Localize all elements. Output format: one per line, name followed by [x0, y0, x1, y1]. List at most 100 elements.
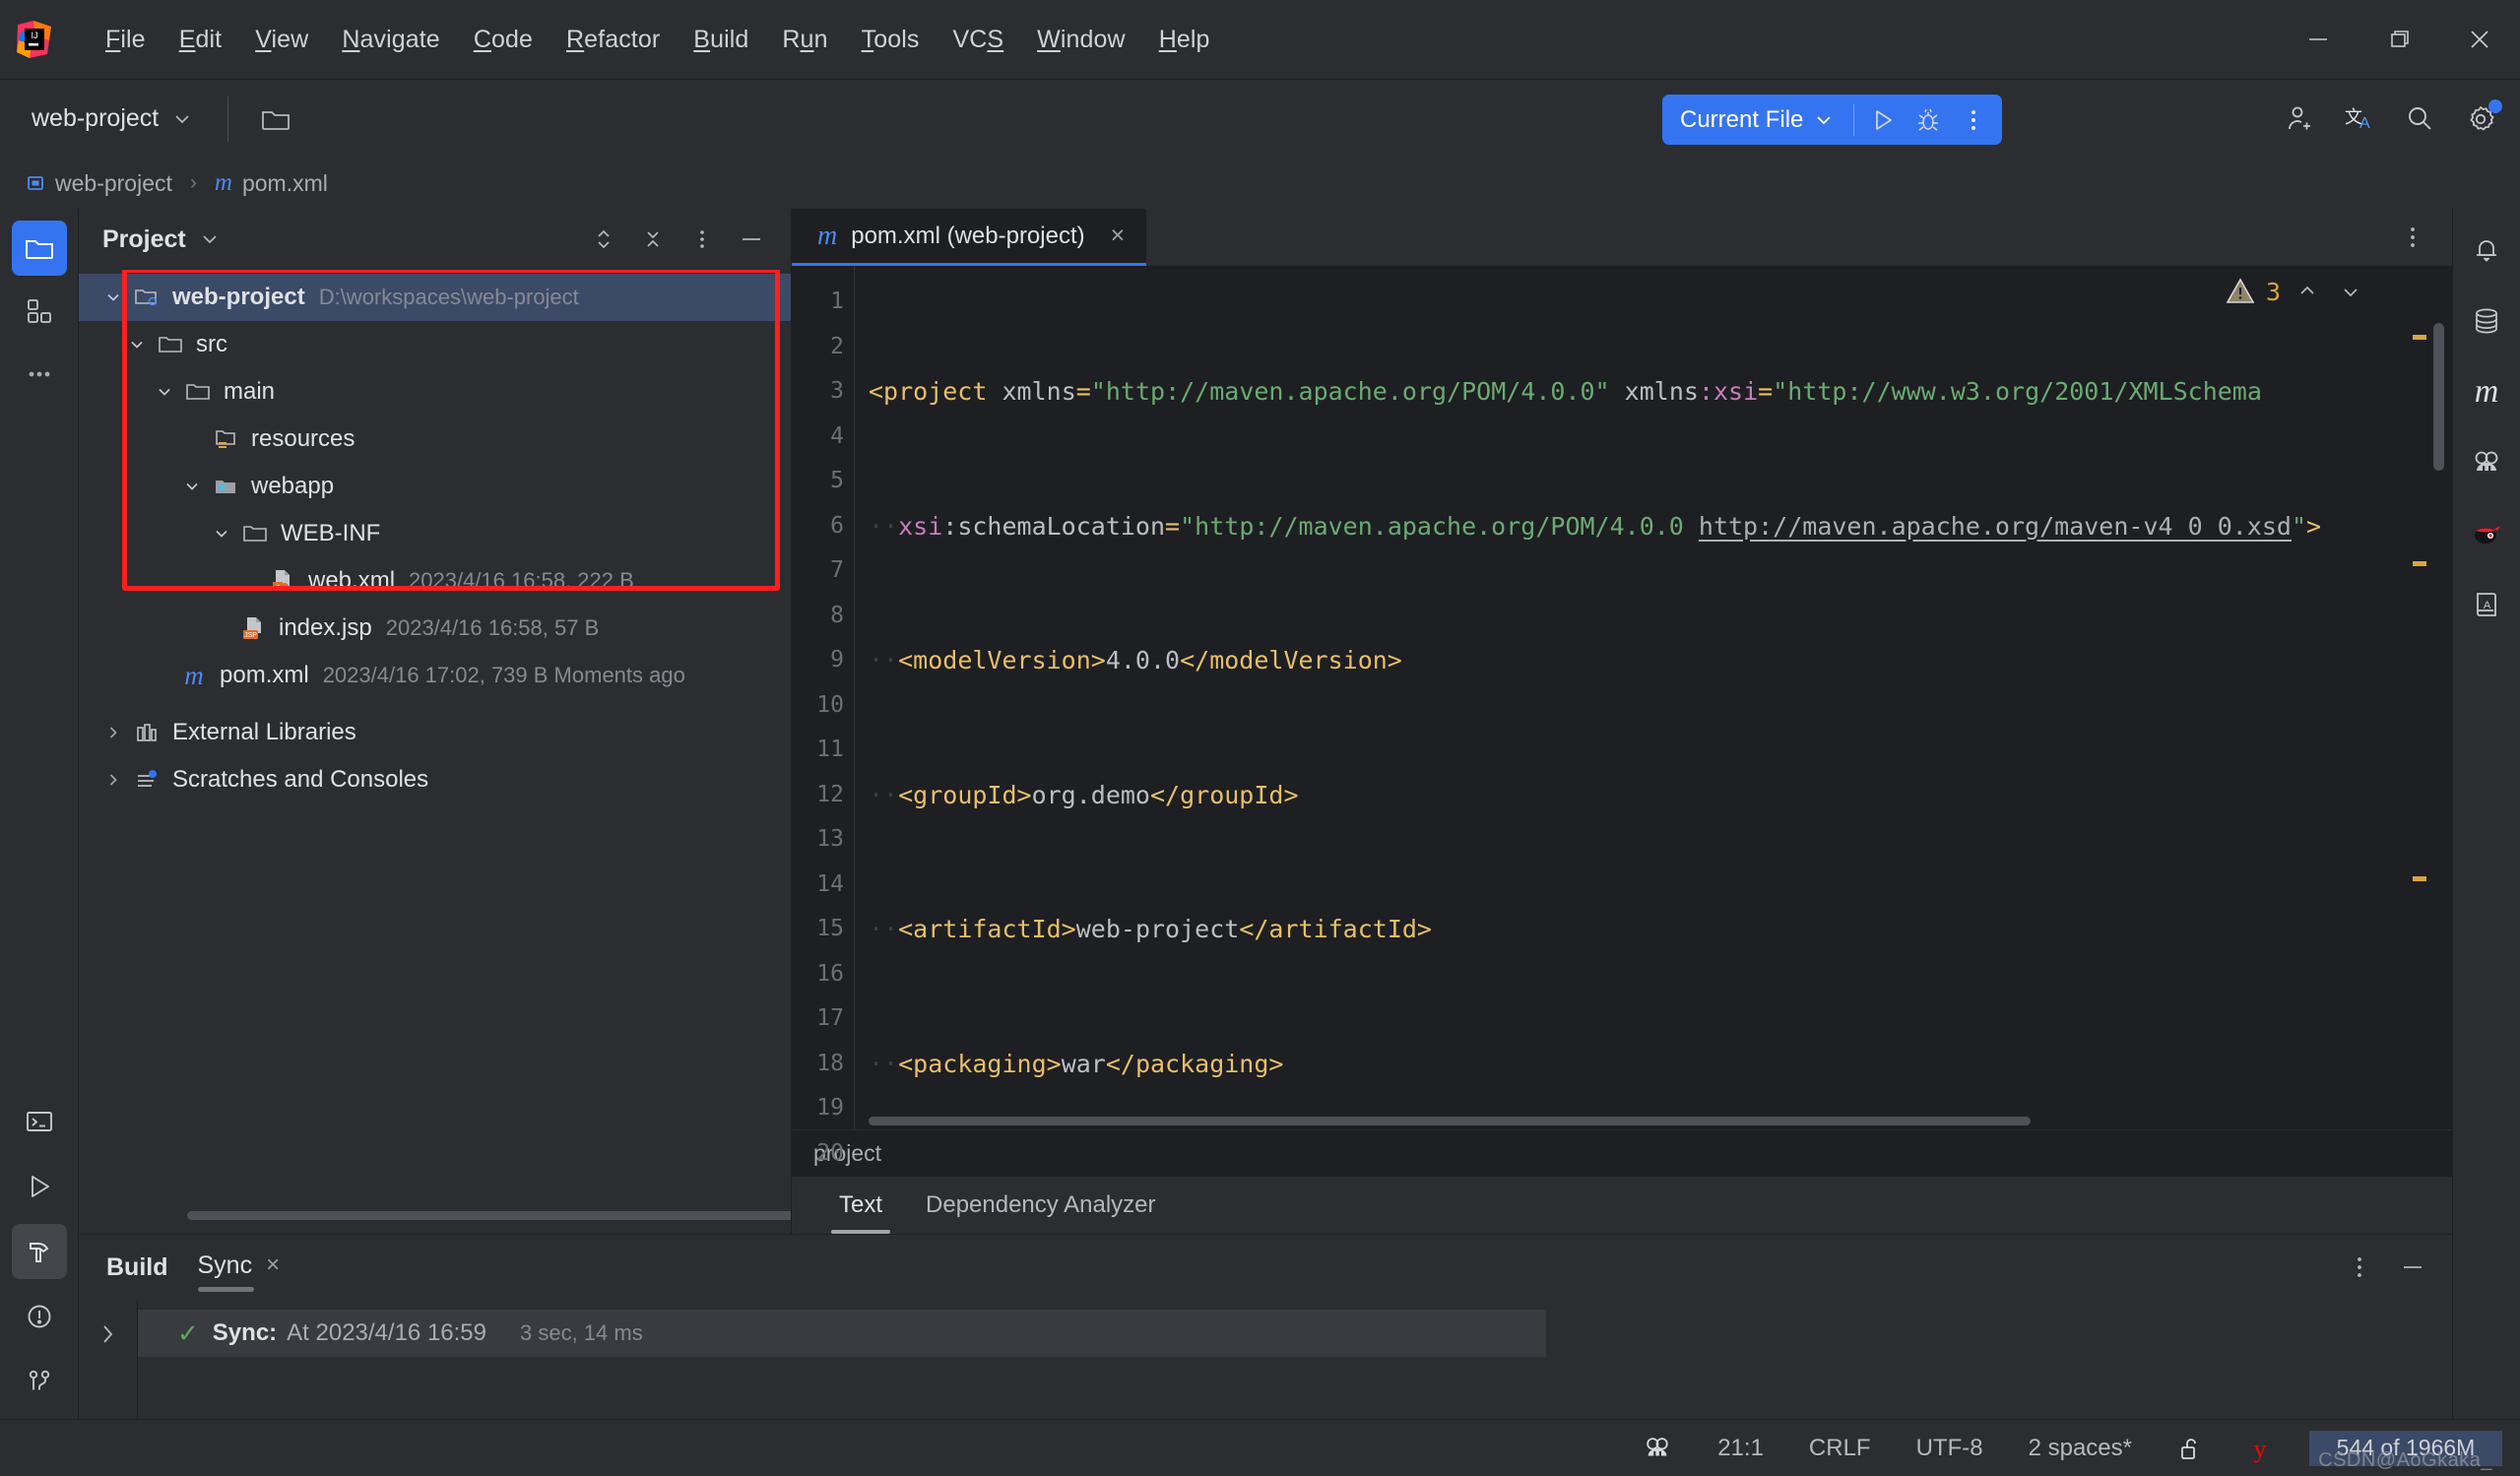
sidebar-item-more[interactable]	[12, 347, 67, 402]
close-icon[interactable]: ×	[1111, 222, 1126, 250]
editor-more-button[interactable]	[2391, 216, 2434, 259]
tree-node-resources[interactable]: resources	[79, 416, 791, 463]
menu-refactor[interactable]: Refactor	[549, 20, 677, 60]
breadcrumb-file[interactable]: m pom.xml	[209, 166, 334, 200]
menu-code[interactable]: Code	[457, 20, 549, 60]
folder-icon	[181, 379, 215, 405]
sidebar-item-code-with-me[interactable]	[2459, 435, 2514, 490]
status-line-separator[interactable]: CRLF	[1801, 1432, 1879, 1465]
chevron-down-icon[interactable]	[175, 478, 209, 495]
build-tab-sync[interactable]: Sync ×	[197, 1251, 280, 1292]
tree-node-web-project[interactable]: web-project D:\workspaces\web-project	[79, 274, 791, 321]
add-user-button[interactable]	[2272, 94, 2323, 145]
error-stripe-mark[interactable]	[2413, 876, 2426, 881]
sidebar-item-notifications[interactable]	[2459, 223, 2514, 278]
tree-node-main[interactable]: main	[79, 368, 791, 416]
menu-view[interactable]: View	[238, 20, 325, 60]
run-button[interactable]	[1860, 98, 1906, 142]
status-caret-position[interactable]: 21:1	[1710, 1432, 1772, 1465]
tree-node-webapp[interactable]: webapp	[79, 463, 791, 510]
next-problem-button[interactable]	[2334, 277, 2367, 306]
window-controls	[2278, 0, 2520, 79]
editor-breadcrumb[interactable]: project	[792, 1129, 2452, 1177]
maximize-button[interactable]	[2358, 0, 2439, 79]
chevron-down-icon[interactable]	[148, 383, 181, 401]
tab-dependency-analyzer[interactable]: Dependency Analyzer	[904, 1177, 1177, 1234]
collapse-all-button[interactable]	[631, 218, 675, 261]
chevron-right-icon[interactable]	[97, 724, 130, 741]
previous-problem-button[interactable]	[2291, 277, 2324, 306]
sidebar-item-structure[interactable]	[12, 284, 67, 339]
tree-node-scratches-and-consoles[interactable]: Scratches and Consoles	[79, 756, 791, 803]
status-plugin-y[interactable]: y	[2240, 1431, 2280, 1466]
debug-button[interactable]	[1906, 98, 1951, 142]
editor-tab-pom-xml[interactable]: m pom.xml (web-project) ×	[792, 209, 1147, 266]
chevron-right-icon[interactable]	[97, 771, 130, 789]
close-button[interactable]	[2439, 0, 2520, 79]
sidebar-item-version-control[interactable]	[12, 1354, 67, 1409]
warning-triangle-icon[interactable]	[2225, 276, 2256, 307]
editor-horizontal-scrollbar[interactable]	[869, 1117, 2031, 1125]
menu-help[interactable]: Help	[1142, 20, 1227, 60]
project-options-button[interactable]	[680, 218, 724, 261]
editor-vertical-scrollbar[interactable]	[2433, 323, 2444, 471]
sidebar-item-translation[interactable]: A	[2459, 577, 2514, 632]
breadcrumb-project[interactable]: web-project	[20, 167, 178, 200]
menu-edit[interactable]: Edit	[162, 20, 239, 60]
close-icon[interactable]: ×	[266, 1251, 280, 1279]
project-panel-title-group[interactable]: Project	[102, 225, 220, 254]
sidebar-item-ninja-plugin[interactable]	[2459, 506, 2514, 561]
status-indent[interactable]: 2 spaces*	[2021, 1432, 2140, 1465]
project-tree-horizontal-scrollbar[interactable]	[187, 1211, 791, 1220]
menu-build[interactable]: Build	[677, 20, 765, 60]
tree-label: External Libraries	[172, 719, 356, 745]
build-expand-gutter[interactable]	[79, 1300, 138, 1419]
tab-text[interactable]: Text	[817, 1177, 904, 1234]
open-folder-button[interactable]	[250, 94, 301, 145]
tree-label: main	[224, 378, 276, 405]
menu-navigate[interactable]: Navigate	[325, 20, 456, 60]
build-options-button[interactable]	[2338, 1246, 2381, 1289]
menu-tools[interactable]: Tools	[845, 20, 937, 60]
run-config-selector[interactable]: Current File	[1680, 106, 1847, 134]
sidebar-item-run[interactable]	[12, 1159, 67, 1214]
sidebar-item-build[interactable]	[11, 1224, 67, 1279]
translate-button[interactable]: 文 A	[2333, 94, 2384, 145]
status-encoding[interactable]: UTF-8	[1908, 1432, 1991, 1465]
tree-node-pom-xml[interactable]: m pom.xml 2023/4/16 17:02, 739 B Moments…	[79, 652, 791, 699]
hide-icon	[743, 238, 760, 240]
code-editor[interactable]: 1 2 3 4 5 6 7 8 9 10 11 12 13 14 15 16 1…	[792, 266, 2452, 1166]
unlocked-icon	[2181, 1438, 2196, 1459]
project-widget[interactable]: web-project	[18, 96, 206, 141]
sidebar-item-terminal[interactable]	[12, 1094, 67, 1149]
menu-vcs[interactable]: VCS	[936, 20, 1020, 60]
build-hide-button[interactable]	[2391, 1246, 2434, 1289]
error-stripe-mark[interactable]	[2413, 561, 2426, 566]
sidebar-item-maven[interactable]: m	[2459, 364, 2514, 419]
tree-node-src[interactable]: src	[79, 321, 791, 368]
chevron-down-icon[interactable]	[97, 289, 130, 306]
status-code-with-me[interactable]	[1635, 1431, 1680, 1466]
sidebar-item-database[interactable]	[2459, 293, 2514, 349]
menu-file[interactable]: File	[89, 20, 162, 60]
expand-collapse-button[interactable]	[582, 218, 625, 261]
search-everywhere-button[interactable]	[2394, 94, 2445, 145]
settings-button[interactable]	[2455, 94, 2506, 145]
tree-node-web-xml[interactable]: < web.xml 2023/4/16 16:58, 222 B	[79, 557, 791, 605]
hide-panel-button[interactable]	[730, 218, 773, 261]
sidebar-item-project[interactable]	[11, 221, 67, 276]
menu-window[interactable]: Window	[1020, 20, 1142, 60]
status-read-only-toggle[interactable]	[2169, 1432, 2211, 1465]
minimize-button[interactable]	[2278, 0, 2358, 79]
menu-run[interactable]: Run	[765, 20, 844, 60]
error-stripe-mark[interactable]	[2413, 335, 2426, 340]
tree-node-external-libraries[interactable]: External Libraries	[79, 709, 791, 756]
sidebar-item-problems[interactable]	[12, 1289, 67, 1344]
chevron-down-icon[interactable]	[120, 336, 154, 353]
chevron-down-icon[interactable]	[205, 525, 238, 543]
code-content[interactable]: <project xmlns="http://maven.apache.org/…	[855, 266, 2452, 1129]
run-more-button[interactable]	[1951, 98, 1996, 142]
tree-node-index-jsp[interactable]: JSP index.jsp 2023/4/16 16:58, 57 B	[79, 605, 791, 652]
tree-node-web-inf[interactable]: WEB-INF	[79, 510, 791, 557]
build-row-sync[interactable]: ✓ Sync: At 2023/4/16 16:59 3 sec, 14 ms	[138, 1310, 1546, 1357]
